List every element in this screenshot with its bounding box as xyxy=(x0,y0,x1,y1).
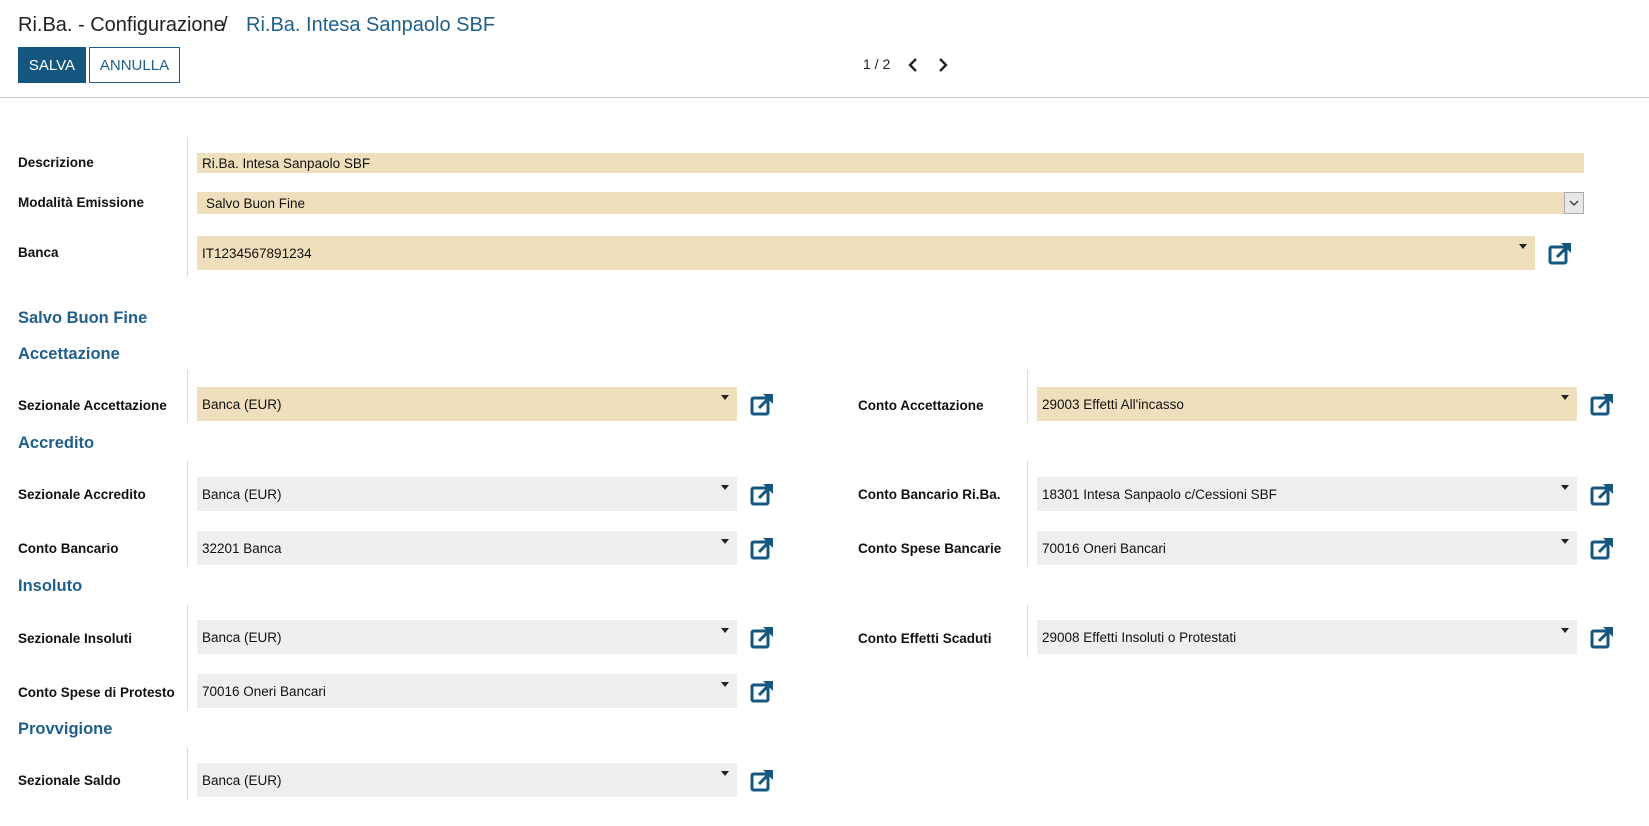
external-link-icon[interactable] xyxy=(1590,624,1616,650)
caret-down-icon[interactable] xyxy=(1561,395,1569,400)
section-accettazione-title: Accettazione xyxy=(18,345,120,363)
section-divider xyxy=(187,604,188,711)
conto-effetti-scaduti-dropdown[interactable]: 29008 Effetti Insoluti o Protestati xyxy=(1037,620,1577,654)
external-link-icon[interactable] xyxy=(750,481,776,507)
banca-dropdown[interactable]: IT1234567891234 xyxy=(197,236,1535,270)
external-link-icon[interactable] xyxy=(1548,240,1574,266)
chevron-left-icon[interactable] xyxy=(904,56,922,74)
sezionale-accettazione-label: Sezionale Accettazione xyxy=(18,398,167,413)
external-link-icon[interactable] xyxy=(1590,481,1616,507)
external-link-icon[interactable] xyxy=(1590,535,1616,561)
sezionale-accredito-label: Sezionale Accredito xyxy=(18,487,146,502)
conto-bancario-riba-value: 18301 Intesa Sanpaolo c/Cessioni SBF xyxy=(1042,486,1277,502)
caret-down-icon[interactable] xyxy=(1561,539,1569,544)
caret-down-icon[interactable] xyxy=(721,395,729,400)
conto-spese-bancarie-label: Conto Spese Bancarie xyxy=(858,541,1002,556)
conto-spese-protesto-value: 70016 Oneri Bancari xyxy=(202,683,326,699)
conto-accettazione-dropdown[interactable]: 29003 Effetti All'incasso xyxy=(1037,387,1577,421)
section-divider xyxy=(1027,460,1028,567)
caret-down-icon[interactable] xyxy=(721,485,729,490)
modalita-value: Salvo Buon Fine xyxy=(206,195,306,211)
modalita-label: Modalità Emissione xyxy=(18,195,145,210)
section-divider xyxy=(187,460,188,567)
descrizione-label: Descrizione xyxy=(18,155,94,170)
conto-effetti-scaduti-value: 29008 Effetti Insoluti o Protestati xyxy=(1042,629,1237,645)
caret-down-icon[interactable] xyxy=(721,539,729,544)
mode-title: Salvo Buon Fine xyxy=(18,309,148,327)
chevron-down-icon[interactable] xyxy=(1564,192,1584,214)
sezionale-saldo-value: Banca (EUR) xyxy=(202,772,282,788)
conto-bancario-riba-dropdown[interactable]: 18301 Intesa Sanpaolo c/Cessioni SBF xyxy=(1037,477,1577,511)
section-divider xyxy=(1027,604,1028,657)
caret-down-icon[interactable] xyxy=(721,628,729,633)
sezionale-accredito-value: Banca (EUR) xyxy=(202,486,282,502)
section-divider xyxy=(1027,370,1028,423)
external-link-icon[interactable] xyxy=(750,391,776,417)
header-divider xyxy=(0,97,1649,98)
conto-bancario-riba-label: Conto Bancario Ri.Ba. xyxy=(858,487,1001,502)
section-accredito-title: Accredito xyxy=(18,434,95,452)
pager-counter: 1 / 2 xyxy=(863,56,891,72)
conto-bancario-dropdown[interactable]: 32201 Banca xyxy=(197,531,737,565)
sezionale-accettazione-value: Banca (EUR) xyxy=(202,396,282,412)
caret-down-icon[interactable] xyxy=(1561,628,1569,633)
external-link-icon[interactable] xyxy=(750,535,776,561)
conto-effetti-scaduti-label: Conto Effetti Scaduti xyxy=(858,631,992,646)
top-group-divider xyxy=(187,137,188,277)
conto-spese-protesto-dropdown[interactable]: 70016 Oneri Bancari xyxy=(197,674,737,708)
section-divider xyxy=(187,370,188,423)
section-divider xyxy=(187,747,188,800)
descrizione-value: Ri.Ba. Intesa Sanpaolo SBF xyxy=(202,155,371,171)
breadcrumb-current: Ri.Ba. Intesa Sanpaolo SBF xyxy=(246,14,496,36)
sezionale-accredito-dropdown[interactable]: Banca (EUR) xyxy=(197,477,737,511)
banca-label: Banca xyxy=(18,245,59,260)
conto-accettazione-label: Conto Accettazione xyxy=(858,398,984,413)
external-link-icon[interactable] xyxy=(750,678,776,704)
modalita-select[interactable]: Salvo Buon Fine xyxy=(197,192,1584,214)
sezionale-saldo-label: Sezionale Saldo xyxy=(18,773,121,788)
sezionale-insoluti-value: Banca (EUR) xyxy=(202,629,282,645)
caret-down-icon[interactable] xyxy=(1519,244,1527,249)
sezionale-insoluti-label: Sezionale Insoluti xyxy=(18,631,133,646)
conto-spese-protesto-label: Conto Spese di Protesto xyxy=(18,685,175,700)
breadcrumb-separator: / xyxy=(222,14,228,36)
descrizione-input[interactable]: Ri.Ba. Intesa Sanpaolo SBF xyxy=(197,153,1584,173)
external-link-icon[interactable] xyxy=(750,767,776,793)
save-button[interactable]: SALVA xyxy=(18,47,86,83)
sezionale-saldo-dropdown[interactable]: Banca (EUR) xyxy=(197,763,737,797)
conto-spese-bancarie-value: 70016 Oneri Bancari xyxy=(1042,540,1166,556)
section-insoluto-title: Insoluto xyxy=(18,577,83,595)
conto-accettazione-value: 29003 Effetti All'incasso xyxy=(1042,396,1184,412)
conto-bancario-value: 32201 Banca xyxy=(202,540,282,556)
caret-down-icon[interactable] xyxy=(721,771,729,776)
external-link-icon[interactable] xyxy=(750,624,776,650)
external-link-icon[interactable] xyxy=(1590,391,1616,417)
sezionale-insoluti-dropdown[interactable]: Banca (EUR) xyxy=(197,620,737,654)
cancel-button[interactable]: ANNULLA xyxy=(89,47,180,83)
conto-bancario-label: Conto Bancario xyxy=(18,541,119,556)
section-provvigione-title: Provvigione xyxy=(18,720,113,738)
banca-value: IT1234567891234 xyxy=(202,245,312,261)
sezionale-accettazione-dropdown[interactable]: Banca (EUR) xyxy=(197,387,737,421)
breadcrumb-root[interactable]: Ri.Ba. - Configurazione xyxy=(18,14,225,37)
chevron-right-icon[interactable] xyxy=(934,56,952,74)
conto-spese-bancarie-dropdown[interactable]: 70016 Oneri Bancari xyxy=(1037,531,1577,565)
caret-down-icon[interactable] xyxy=(721,682,729,687)
caret-down-icon[interactable] xyxy=(1561,485,1569,490)
